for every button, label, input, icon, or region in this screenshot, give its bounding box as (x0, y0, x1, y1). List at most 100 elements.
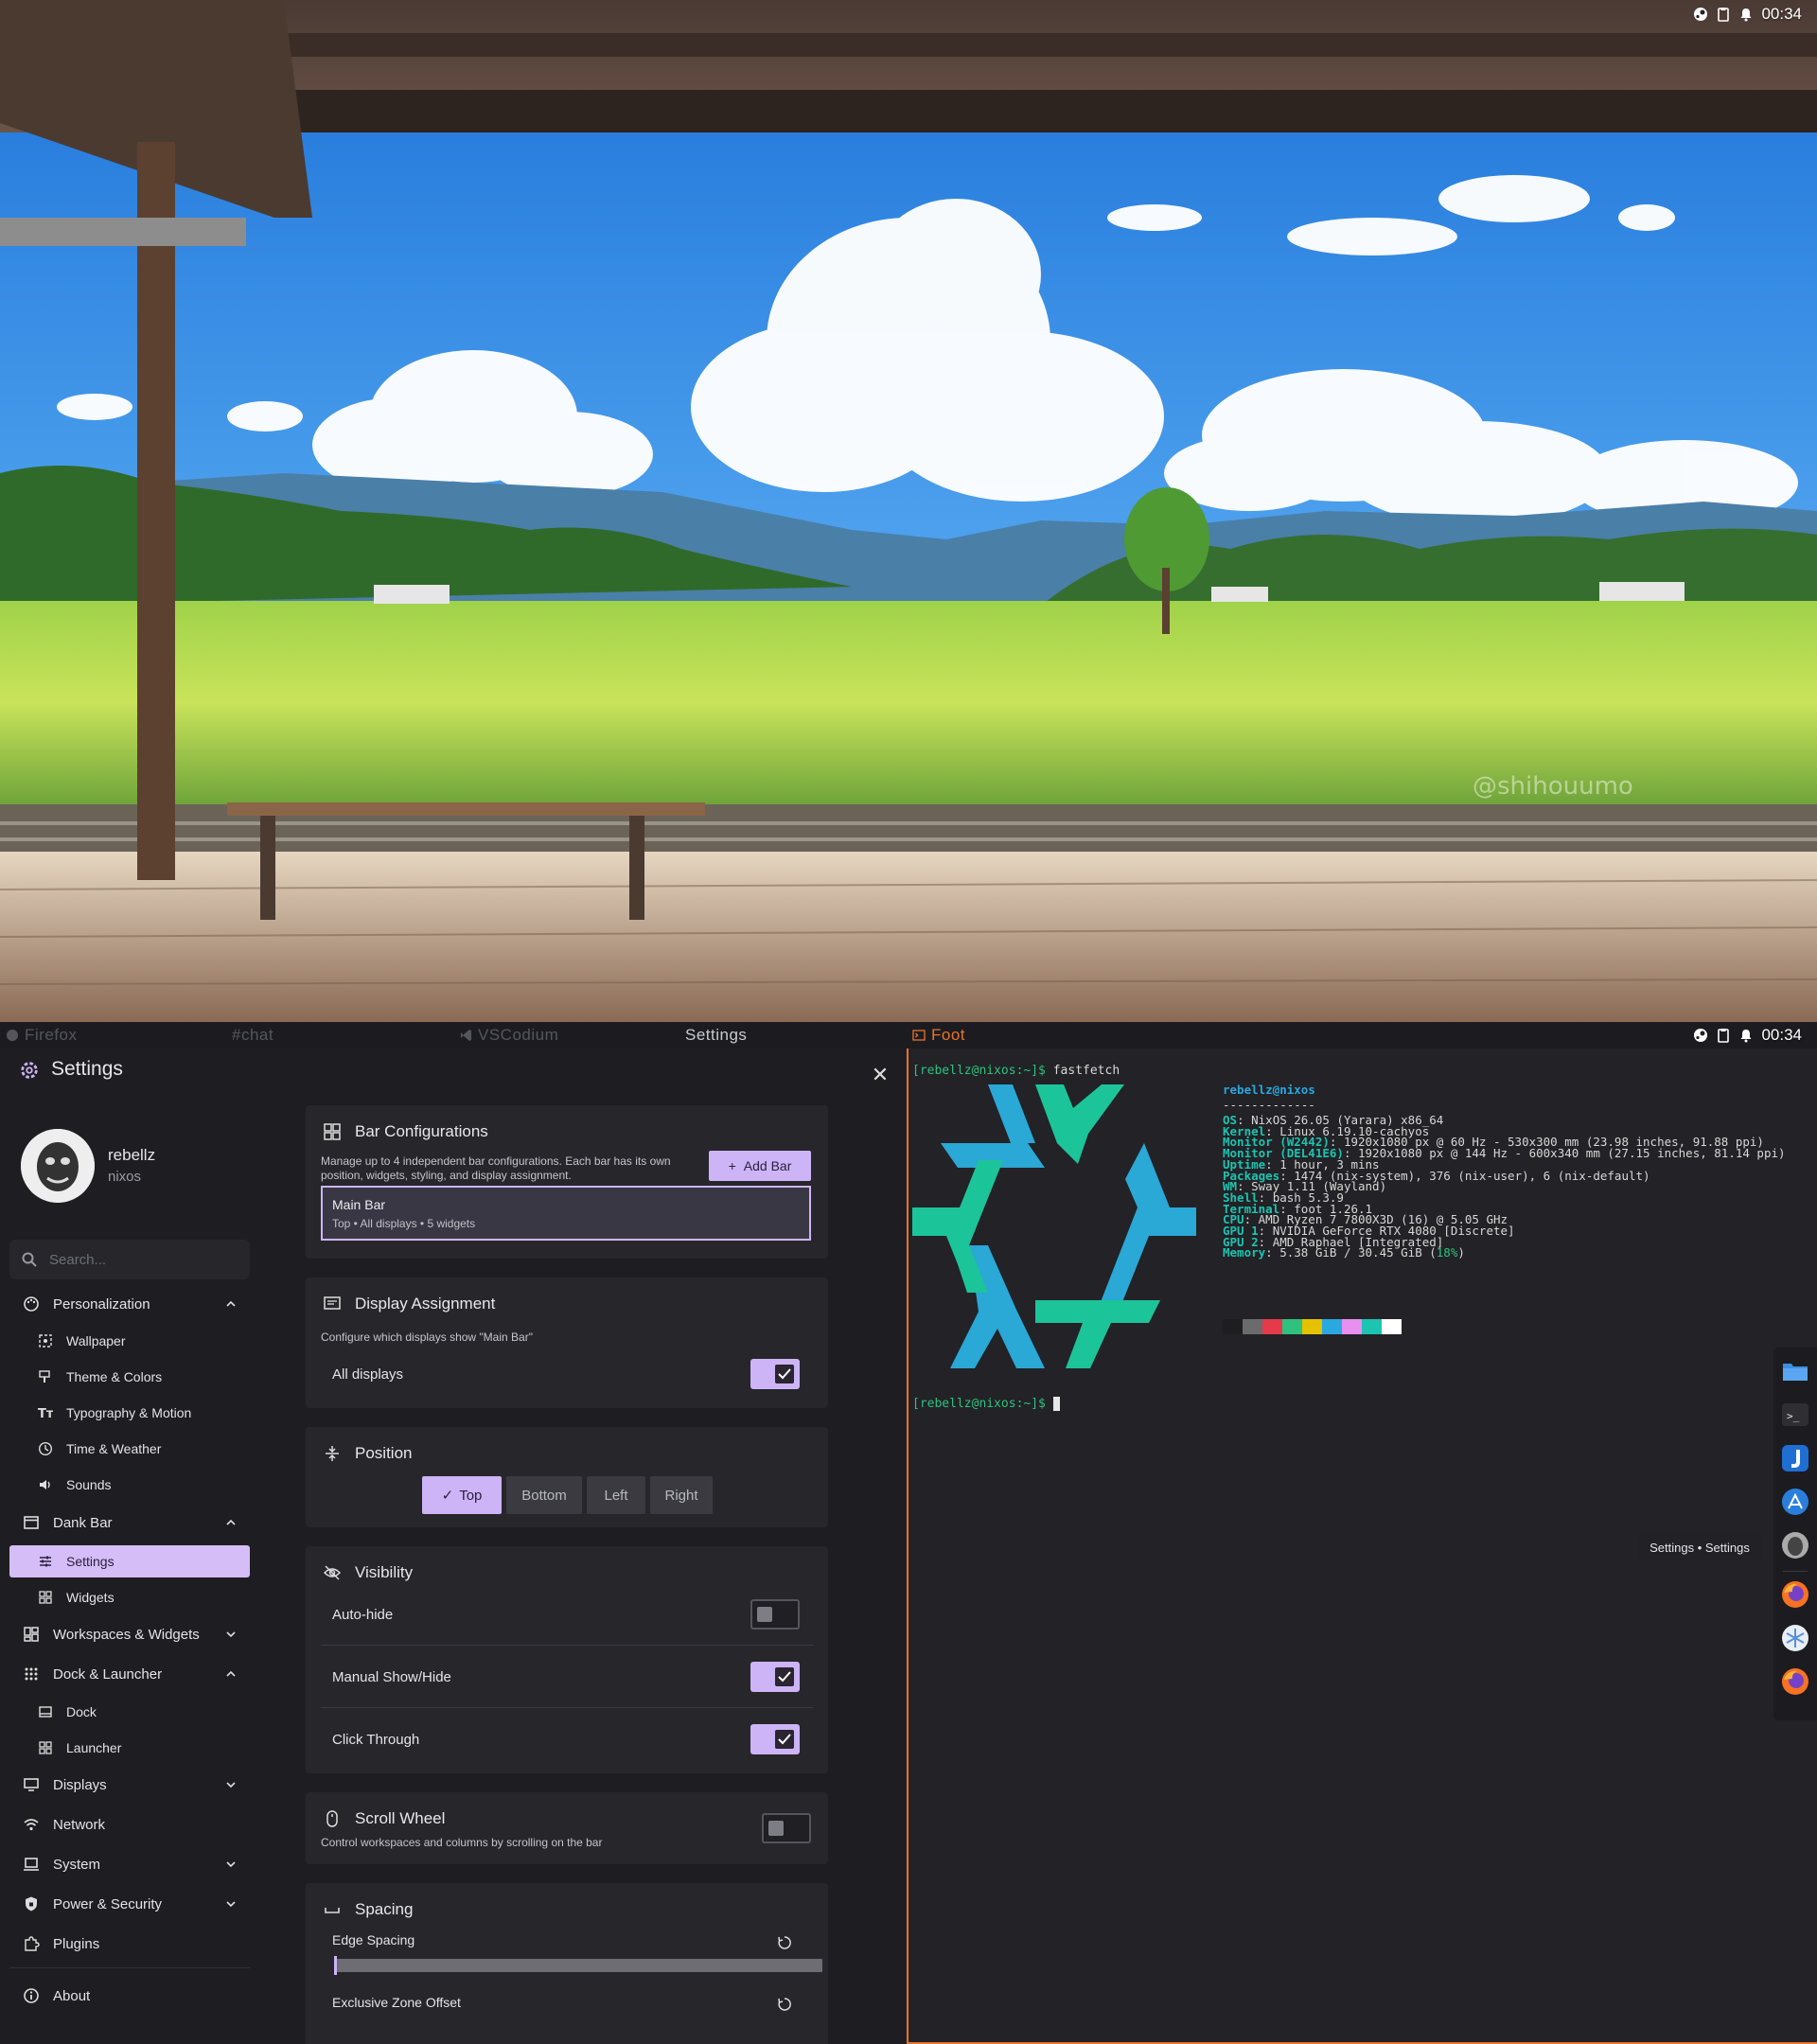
tab-foot[interactable]: Foot (912, 1022, 965, 1048)
reset-icon[interactable] (777, 1997, 792, 2012)
sidebar-item-label: Network (53, 1816, 106, 1833)
position-top-button[interactable]: ✓ Top (422, 1476, 502, 1514)
clipboard-icon[interactable] (1716, 1028, 1731, 1043)
dock-firefox[interactable] (1779, 1578, 1811, 1611)
main-bar-entry[interactable]: Main Bar Top • All displays • 5 widgets (321, 1186, 811, 1241)
slider-handle[interactable] (334, 1956, 337, 1975)
dock-appstore[interactable] (1779, 1486, 1811, 1518)
fastfetch-value: : 5.38 GiB / 30.45 GiB ( (1265, 1245, 1437, 1260)
sidebar-item-dock[interactable]: Dock (9, 1696, 250, 1728)
sidebar-item-label: Plugins (53, 1935, 100, 1952)
sidebar-item-label: About (53, 1987, 91, 2004)
add-bar-button[interactable]: + Add Bar (709, 1151, 811, 1181)
sidebar-item-network[interactable]: Network (9, 1808, 250, 1841)
sidebar-item-typography[interactable]: Tт Typography & Motion (9, 1397, 250, 1429)
settings-header: Settings ✕ (0, 1048, 907, 1096)
close-button[interactable]: ✕ (871, 1065, 890, 1085)
joplin-icon (1782, 1445, 1808, 1471)
window-tab-bar: Firefox #chat VSCodium Settings Foot 00:… (0, 1022, 1817, 1048)
sidebar-item-theme[interactable]: Theme & Colors (9, 1361, 250, 1393)
search-input[interactable] (49, 1247, 238, 1272)
position-bottom-button[interactable]: Bottom (506, 1476, 582, 1514)
dock-firefox-2[interactable] (1779, 1665, 1811, 1698)
position-option-label: Top (459, 1487, 483, 1504)
user-profile[interactable]: rebellz nixos (21, 1129, 248, 1205)
sidebar-item-label: Personalization (53, 1295, 150, 1313)
steam-icon[interactable] (1693, 7, 1708, 22)
tab-settings-label: Settings (685, 1026, 748, 1044)
desktop-wallpaper-screen: @shihouumo 00:34 (0, 0, 1817, 1022)
dock-snowflake[interactable] (1779, 1622, 1811, 1654)
fastfetch-userhost: rebellz@nixos (1223, 1083, 1315, 1097)
sidebar-item-label: Displays (53, 1776, 107, 1793)
sidebar-item-power-security[interactable]: Power & Security (9, 1888, 250, 1920)
top-clock[interactable]: 00:34 (1761, 5, 1802, 24)
sidebar-item-personalization[interactable]: Personalization (9, 1288, 250, 1320)
auto-hide-toggle[interactable] (750, 1599, 800, 1630)
settings-avatar-icon (1782, 1532, 1808, 1559)
tab-vscodium[interactable]: VSCodium (459, 1022, 558, 1048)
sidebar-divider (9, 1967, 250, 1968)
profile-name: rebellz (108, 1146, 156, 1164)
sidebar-item-launcher[interactable]: Launcher (9, 1732, 250, 1764)
bar-configurations-title: Bar Configurations (355, 1122, 488, 1140)
dock-joplin[interactable] (1779, 1442, 1811, 1474)
click-through-toggle[interactable] (750, 1724, 800, 1754)
memory-percent: 18% (1436, 1245, 1458, 1260)
sidebar-item-displays[interactable]: Displays (9, 1769, 250, 1801)
bell-icon[interactable] (1738, 1028, 1754, 1043)
edge-spacing-label: Edge Spacing (332, 1932, 415, 1947)
visibility-card: Visibility Auto-hide Manual Show/Hide Cl… (306, 1546, 828, 1773)
all-displays-toggle[interactable] (750, 1359, 800, 1389)
steam-icon[interactable] (1693, 1028, 1708, 1043)
dock-files[interactable] (1779, 1355, 1811, 1387)
fastfetch-line: Memory: 5.38 GiB / 30.45 GiB (18%) (1223, 1245, 1465, 1260)
sidebar-item-label: System (53, 1856, 101, 1873)
eye-off-icon (323, 1563, 342, 1582)
sidebar-item-bar-settings[interactable]: Settings (9, 1545, 250, 1577)
tab-firefox-label: Firefox (25, 1026, 78, 1044)
settings-window: Settings ✕ rebellz nixos Search... Perso… (0, 1048, 907, 2044)
nixos-logo-icon (912, 1084, 1196, 1368)
scroll-wheel-toggle[interactable] (762, 1813, 811, 1843)
manual-show-hide-toggle[interactable] (750, 1662, 800, 1692)
command: fastfetch (1052, 1064, 1120, 1078)
sidebar-item-sounds[interactable]: Sounds (9, 1469, 250, 1501)
dock-settings[interactable] (1779, 1529, 1811, 1561)
tab-chat[interactable]: #chat (232, 1022, 273, 1048)
position-option-label: Right (664, 1487, 698, 1504)
spacing-card: Spacing Edge Spacing Exclusive Zone Offs… (306, 1883, 828, 2044)
sidebar-item-plugins[interactable]: Plugins (9, 1928, 250, 1960)
sidebar-item-wallpaper[interactable]: Wallpaper (9, 1325, 250, 1357)
bell-icon[interactable] (1738, 7, 1754, 22)
edge-spacing-slider[interactable] (334, 1956, 822, 1975)
sidebar-search[interactable] (9, 1240, 250, 1279)
tab-vscodium-label: VSCodium (478, 1026, 559, 1044)
position-left-button[interactable]: Left (587, 1476, 645, 1514)
bottom-system-tray: 00:34 (1693, 1025, 1802, 1046)
typography-icon: Tт (38, 1405, 53, 1420)
sidebar-item-workspaces[interactable]: Workspaces & Widgets (9, 1618, 250, 1650)
sidebar-item-dank-bar[interactable]: Dank Bar (9, 1507, 250, 1539)
clipboard-icon[interactable] (1716, 7, 1731, 22)
tab-settings[interactable]: Settings (685, 1022, 747, 1048)
prompt: [rebellz@nixos:~]$ (912, 1064, 1046, 1078)
tab-firefox[interactable]: Firefox (6, 1022, 77, 1048)
dock-terminal[interactable]: >_ (1779, 1399, 1811, 1431)
position-right-button[interactable]: Right (650, 1476, 713, 1514)
sidebar-item-time-weather[interactable]: Time & Weather (9, 1433, 250, 1465)
sidebar-item-label: Dank Bar (53, 1514, 113, 1531)
sidebar-item-widgets[interactable]: Widgets (9, 1581, 250, 1613)
wallpaper-watermark: @shihouumo (1473, 772, 1633, 801)
widgets-icon (38, 1590, 53, 1605)
sidebar-item-dock-launcher[interactable]: Dock & Launcher (9, 1658, 250, 1690)
sidebar-item-about[interactable]: About (9, 1980, 250, 2012)
firefox-icon (1782, 1668, 1808, 1695)
color-swatch (1282, 1319, 1302, 1334)
chevron-down-icon (226, 1901, 236, 1908)
sidebar-item-label: Launcher (66, 1740, 122, 1755)
dock-separator (1783, 1571, 1808, 1572)
bottom-clock[interactable]: 00:34 (1761, 1026, 1802, 1045)
reset-icon[interactable] (777, 1935, 792, 1950)
sidebar-item-system[interactable]: System (9, 1848, 250, 1880)
